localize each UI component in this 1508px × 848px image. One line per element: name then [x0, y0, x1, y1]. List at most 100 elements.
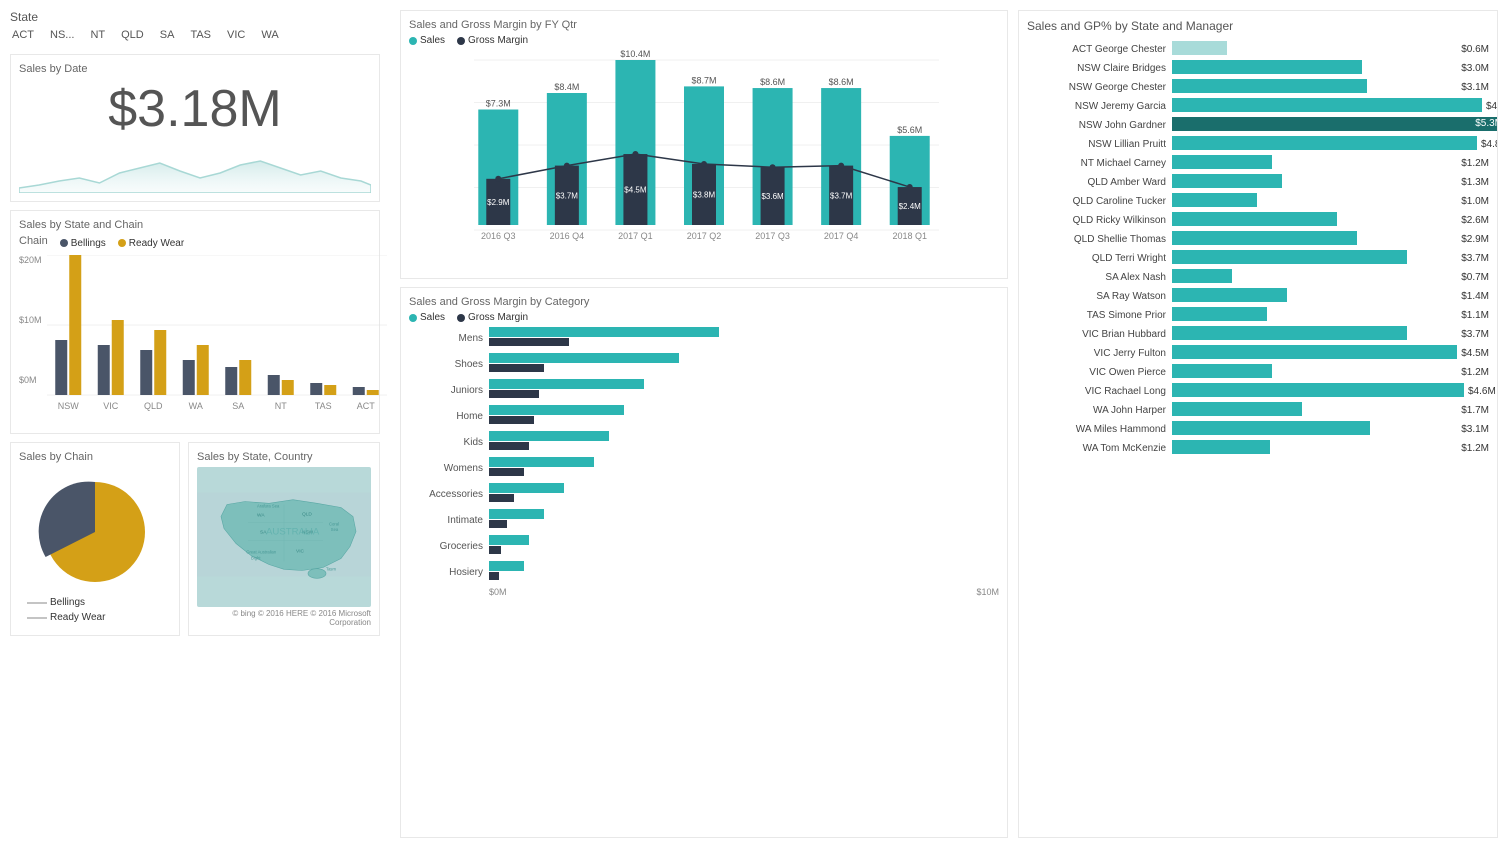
- manager-name: QLD Amber Ward: [1027, 177, 1172, 188]
- sales-gp-state-manager-card: Sales and GP% by State and Manager ACT G…: [1018, 10, 1498, 838]
- cat-gm-bar: [489, 442, 529, 450]
- state-tab-wa[interactable]: WA: [259, 28, 280, 42]
- cat-row: Womens: [409, 457, 999, 479]
- cat-row: Juniors: [409, 379, 999, 401]
- svg-text:QLD: QLD: [302, 511, 312, 517]
- state-tab-act[interactable]: ACT: [10, 28, 36, 42]
- readywear-label: Ready Wear: [129, 238, 184, 249]
- gm-label-cat: Gross Margin: [468, 312, 528, 323]
- manager-name: QLD Ricky Wilkinson: [1027, 215, 1172, 226]
- manager-row: NSW George Chester$3.1M: [1027, 79, 1489, 95]
- manager-row: SA Alex Nash$0.7M: [1027, 269, 1489, 285]
- state-tab-sa[interactable]: SA: [158, 28, 177, 42]
- cat-bar-wrap: [489, 509, 999, 531]
- cat-label: Home: [409, 411, 489, 422]
- bottom-row: Sales by Chain Bellings: [10, 442, 380, 636]
- state-tab-vic[interactable]: VIC: [225, 28, 247, 42]
- state-tab-nsns[interactable]: NS...: [48, 28, 76, 42]
- manager-bar: [1172, 41, 1227, 55]
- svg-text:Great Australian: Great Australian: [246, 550, 277, 555]
- cat-gm-bar: [489, 390, 539, 398]
- state-tab-nt[interactable]: NT: [88, 28, 107, 42]
- cat-label: Intimate: [409, 515, 489, 526]
- manager-row: QLD Shellie Thomas$2.9M: [1027, 231, 1489, 247]
- svg-text:ACT: ACT: [357, 401, 376, 411]
- manager-bar: [1172, 136, 1477, 150]
- state-filter: State ACTNS...NTQLDSATASVICWA: [10, 10, 380, 42]
- y-axis-10m: $10M: [19, 315, 42, 325]
- sales-by-chain-title: Sales by Chain: [19, 451, 171, 463]
- manager-value: $3.7M: [1461, 253, 1489, 264]
- cat-sales-bar: [489, 561, 524, 571]
- cat-bar-wrap: [489, 379, 999, 401]
- svg-text:Tasm: Tasm: [326, 567, 337, 572]
- manager-name: QLD Terri Wright: [1027, 253, 1172, 264]
- manager-bar: $5.3M: [1172, 117, 1498, 131]
- readywear-pie-legend: Ready Wear: [27, 612, 171, 623]
- manager-bar-container: $5.3M: [1172, 117, 1498, 133]
- cat-bar-wrap: [489, 483, 999, 505]
- state-tab-tas[interactable]: TAS: [188, 28, 213, 42]
- svg-text:2018 Q1: 2018 Q1: [892, 231, 927, 241]
- cat-label: Kids: [409, 437, 489, 448]
- cat-bar-wrap: [489, 405, 999, 427]
- manager-name: VIC Jerry Fulton: [1027, 348, 1172, 359]
- sgm-qtr-chart: $7.3M$2.9M2016 Q3$8.4M$3.7M2016 Q4$10.4M…: [409, 50, 999, 270]
- manager-bar-container: [1172, 174, 1457, 190]
- manager-name: NSW Jeremy Garcia: [1027, 101, 1172, 112]
- sparkline: [19, 143, 371, 193]
- cat-chart: MensShoesJuniorsHomeKidsWomensAccessorie…: [409, 327, 999, 597]
- manager-name: NSW Lillian Pruitt: [1027, 139, 1172, 150]
- manager-name: ACT George Chester: [1027, 44, 1172, 55]
- manager-row: ACT George Chester$0.6M: [1027, 41, 1489, 57]
- cat-bar-wrap: [489, 535, 999, 557]
- manager-name: NSW John Gardner: [1027, 120, 1172, 131]
- sgp-title: Sales and GP% by State and Manager: [1027, 19, 1489, 33]
- manager-name: VIC Brian Hubbard: [1027, 329, 1172, 340]
- manager-value: $0.7M: [1461, 272, 1489, 283]
- readywear-legend: Ready Wear: [118, 238, 184, 249]
- svg-text:$2.9M: $2.9M: [487, 198, 510, 207]
- sgm-qtr-legend: Sales Gross Margin: [409, 35, 999, 46]
- chain-legend: Chain Bellings Ready Wear: [19, 235, 371, 251]
- svg-text:VIC: VIC: [296, 549, 305, 555]
- sales-legend-cat: Sales: [409, 312, 445, 323]
- cat-row: Accessories: [409, 483, 999, 505]
- manager-name: QLD Shellie Thomas: [1027, 234, 1172, 245]
- manager-bar-container: [1172, 402, 1457, 418]
- manager-bar-container: [1172, 345, 1457, 361]
- gm-dot-qtr: [457, 37, 465, 45]
- manager-bar-container: [1172, 307, 1457, 323]
- manager-value: $4.8M: [1481, 139, 1498, 150]
- manager-row: QLD Amber Ward$1.3M: [1027, 174, 1489, 190]
- readywear-dot: [118, 239, 126, 247]
- cat-row: Intimate: [409, 509, 999, 531]
- svg-text:Coral: Coral: [329, 522, 339, 527]
- svg-text:$5.6M: $5.6M: [897, 125, 922, 135]
- sgm-cat-legend: Sales Gross Margin: [409, 312, 999, 323]
- manager-value: $1.0M: [1461, 196, 1489, 207]
- sales-label-qtr: Sales: [420, 35, 445, 46]
- manager-row: QLD Ricky Wilkinson$2.6M: [1027, 212, 1489, 228]
- cat-gm-bar: [489, 546, 501, 554]
- manager-row: QLD Terri Wright $3.7M: [1027, 250, 1489, 266]
- manager-name: VIC Owen Pierce: [1027, 367, 1172, 378]
- sales-gm-qtr-card: Sales and Gross Margin by FY Qtr Sales G…: [400, 10, 1008, 279]
- svg-text:NT: NT: [275, 401, 287, 411]
- bellings-pie-legend: Bellings: [27, 597, 171, 608]
- sales-legend-qtr: Sales: [409, 35, 445, 46]
- cat-sales-bar: [489, 353, 679, 363]
- state-tab-qld[interactable]: QLD: [119, 28, 146, 42]
- manager-bar-container: [1172, 79, 1457, 95]
- manager-bar-container: [1172, 288, 1457, 304]
- gm-dot-cat: [457, 314, 465, 322]
- manager-value: $4.9M: [1486, 101, 1498, 112]
- manager-row: NT Michael Carney$1.2M: [1027, 155, 1489, 171]
- manager-row: VIC Rachael Long$4.6M: [1027, 383, 1489, 399]
- gm-legend-qtr: Gross Margin: [457, 35, 528, 46]
- cat-label: Shoes: [409, 359, 489, 370]
- cat-row: Hosiery: [409, 561, 999, 583]
- cat-gm-bar: [489, 338, 569, 346]
- manager-value: $4.5M: [1461, 348, 1489, 359]
- cat-sales-bar: [489, 405, 624, 415]
